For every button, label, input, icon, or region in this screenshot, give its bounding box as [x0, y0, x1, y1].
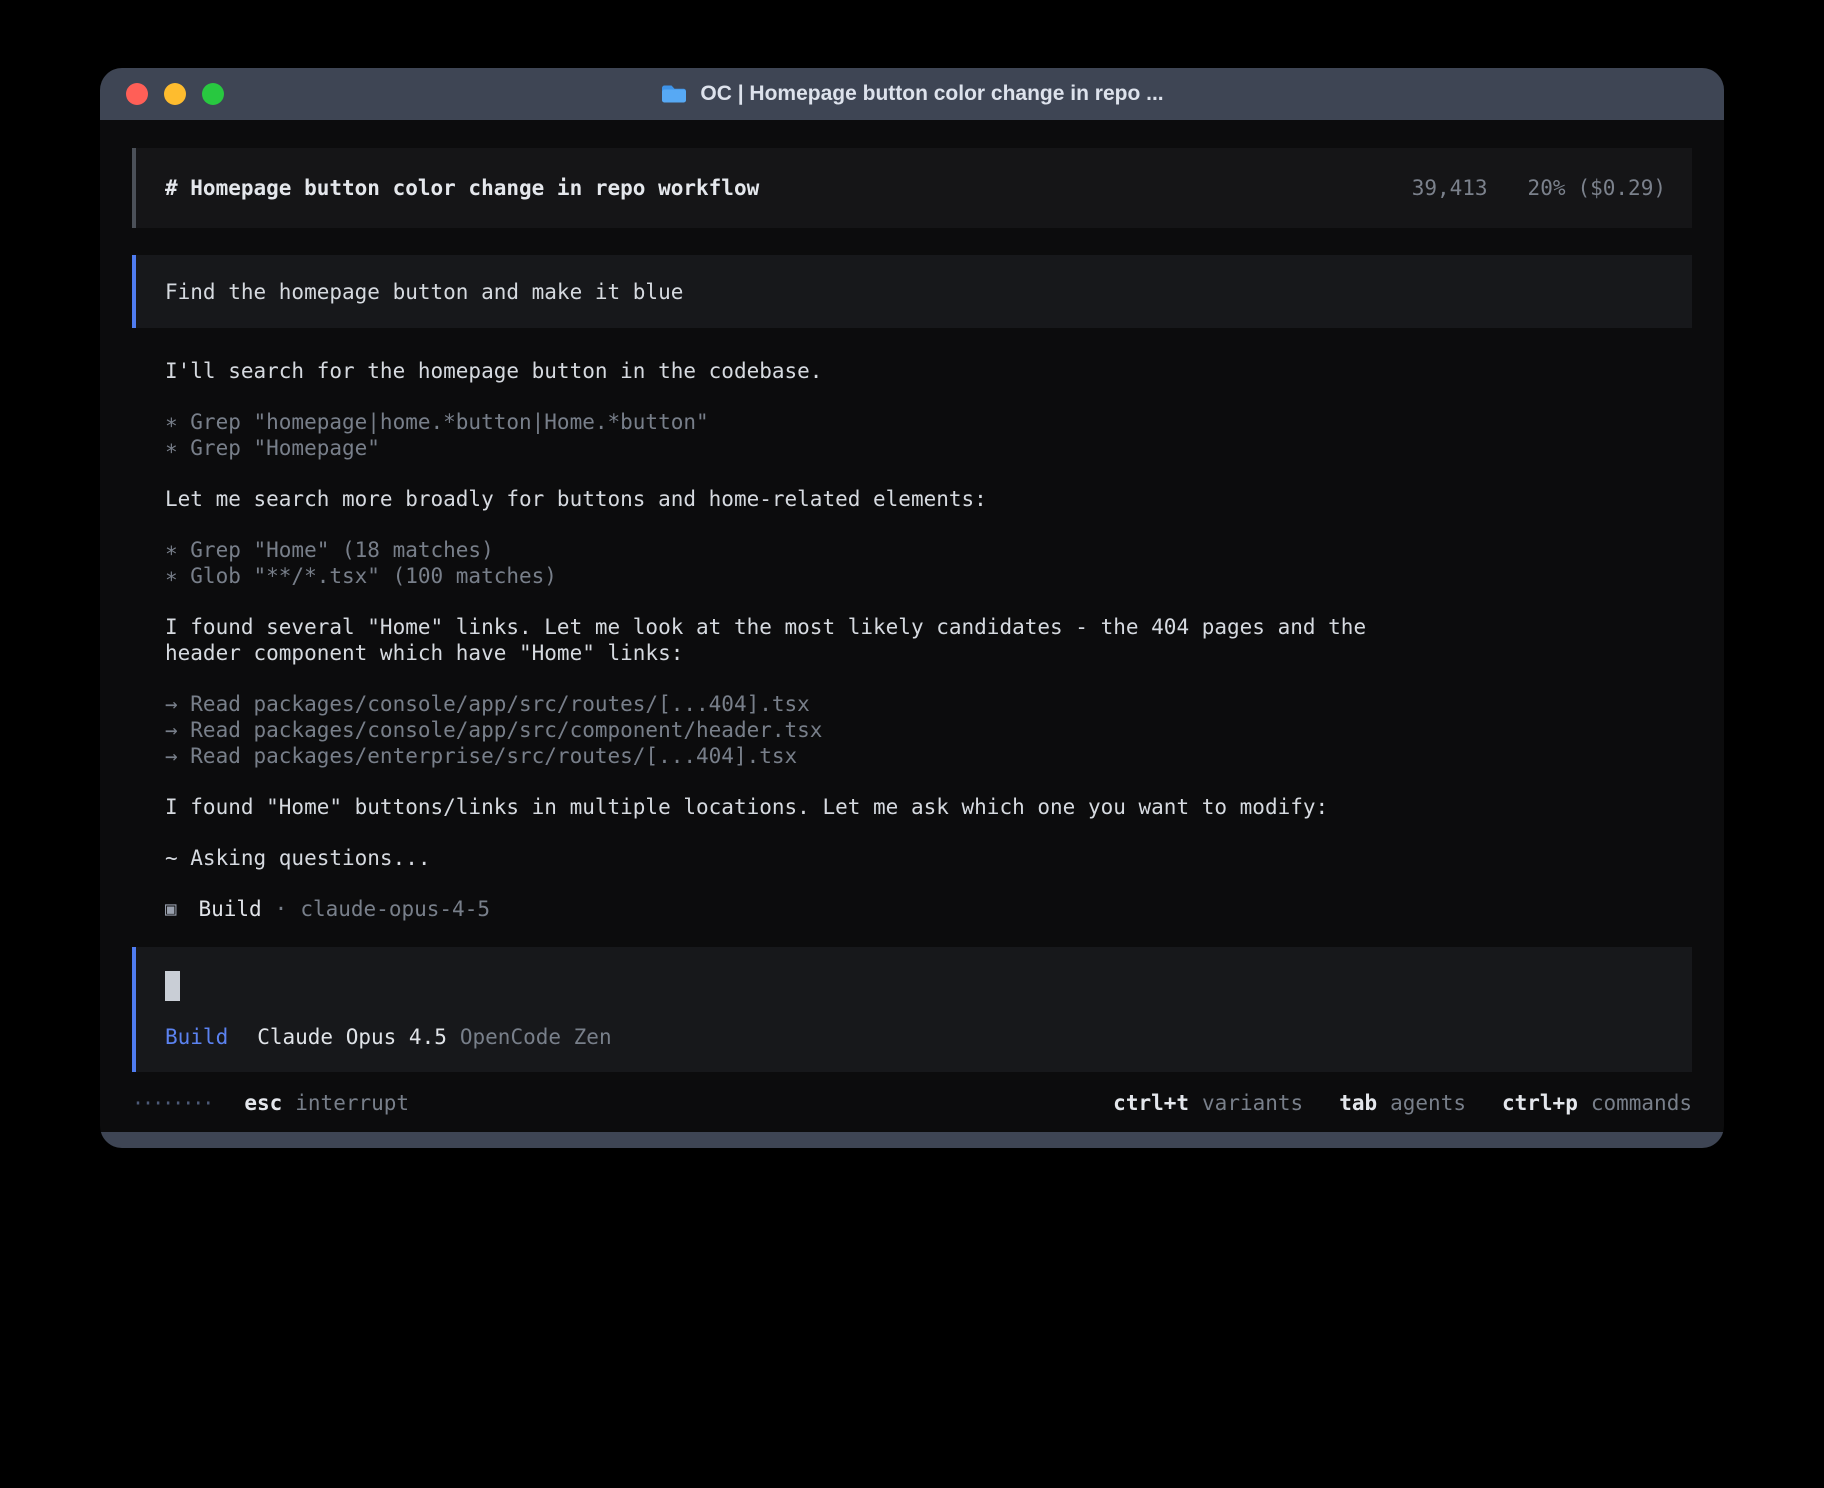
esc-key-hint: esc	[244, 1090, 282, 1116]
assistant-text: Let me search more broadly for buttons a…	[165, 486, 1692, 512]
statusbar-left: ········ esc interrupt	[132, 1090, 409, 1116]
terminal-content: # Homepage button color change in repo w…	[100, 120, 1724, 1132]
session-header: # Homepage button color change in repo w…	[132, 148, 1692, 228]
statusbar: ········ esc interrupt ctrl+t variants ta…	[132, 1090, 1692, 1116]
tool-call-glob: ∗ Glob "**/*.tsx" (100 matches)	[165, 563, 1692, 589]
tool-call-read: → Read packages/console/app/src/routes/[…	[165, 691, 1692, 717]
session-stats: 39,413 20% ($0.29)	[1412, 175, 1666, 201]
input-meta: Build Claude Opus 4.5 OpenCode Zen	[165, 1024, 1666, 1050]
agent-name: Build	[198, 896, 261, 922]
model-label: Claude Opus 4.5	[257, 1024, 447, 1050]
commands-label: commands	[1591, 1091, 1692, 1115]
tool-call-grep: ∗ Grep "homepage|home.*button|Home.*butt…	[165, 409, 1692, 435]
agent-separator: ·	[275, 896, 288, 922]
assistant-text: I found "Home" buttons/links in multiple…	[165, 794, 1692, 820]
session-title: # Homepage button color change in repo w…	[165, 175, 759, 201]
tab-key-hint: tab	[1339, 1091, 1377, 1115]
close-button[interactable]	[126, 83, 148, 105]
minimize-button[interactable]	[164, 83, 186, 105]
titlebar[interactable]: OC | Homepage button color change in rep…	[100, 68, 1724, 120]
tool-call-grep: ∗ Grep "Home" (18 matches)	[165, 537, 1692, 563]
traffic-lights	[100, 83, 224, 105]
assistant-text: I found several "Home" links. Let me loo…	[165, 614, 1692, 666]
spinner-dots: ········	[132, 1090, 212, 1116]
transcript: I'll search for the homepage button in t…	[132, 358, 1692, 896]
statusbar-right: ctrl+t variants tab agents ctrl+p commands	[1077, 1090, 1692, 1116]
user-message-text: Find the homepage button and make it blu…	[165, 279, 683, 305]
tool-call-read: → Read packages/enterprise/src/routes/[.…	[165, 743, 1692, 769]
assistant-status-text: ~ Asking questions...	[165, 845, 1692, 871]
shortcut-agents: tab agents	[1339, 1090, 1466, 1116]
variants-label: variants	[1202, 1091, 1303, 1115]
tool-call-grep: ∗ Grep "Homepage"	[165, 435, 1692, 461]
token-count: 39,413	[1412, 175, 1488, 201]
ctrl-p-key-hint: ctrl+p	[1502, 1091, 1578, 1115]
zoom-button[interactable]	[202, 83, 224, 105]
agent-status-row: ▣ Build · claude-opus-4-5	[132, 896, 1692, 922]
provider-label: OpenCode Zen	[460, 1024, 612, 1050]
interrupt-label: interrupt	[295, 1090, 409, 1116]
shortcut-variants: ctrl+t variants	[1113, 1090, 1303, 1116]
tool-call-read: → Read packages/console/app/src/componen…	[165, 717, 1692, 743]
window-title: OC | Homepage button color change in rep…	[700, 82, 1163, 106]
context-percent: 20%	[1528, 175, 1566, 201]
ctrl-t-key-hint: ctrl+t	[1113, 1091, 1189, 1115]
agents-label: agents	[1390, 1091, 1466, 1115]
folder-icon	[660, 83, 688, 105]
agent-model: claude-opus-4-5	[300, 896, 490, 922]
prompt-input[interactable]: Build Claude Opus 4.5 OpenCode Zen	[132, 947, 1692, 1072]
terminal-window: OC | Homepage button color change in rep…	[100, 68, 1724, 1148]
text-cursor	[165, 971, 180, 1001]
shortcut-commands: ctrl+p commands	[1502, 1090, 1692, 1116]
user-message: Find the homepage button and make it blu…	[132, 255, 1692, 328]
agent-icon: ▣	[165, 896, 176, 922]
assistant-text: I'll search for the homepage button in t…	[165, 358, 1692, 384]
mode-label: Build	[165, 1024, 228, 1050]
window-footer	[100, 1132, 1724, 1148]
session-cost: ($0.29)	[1577, 175, 1666, 201]
